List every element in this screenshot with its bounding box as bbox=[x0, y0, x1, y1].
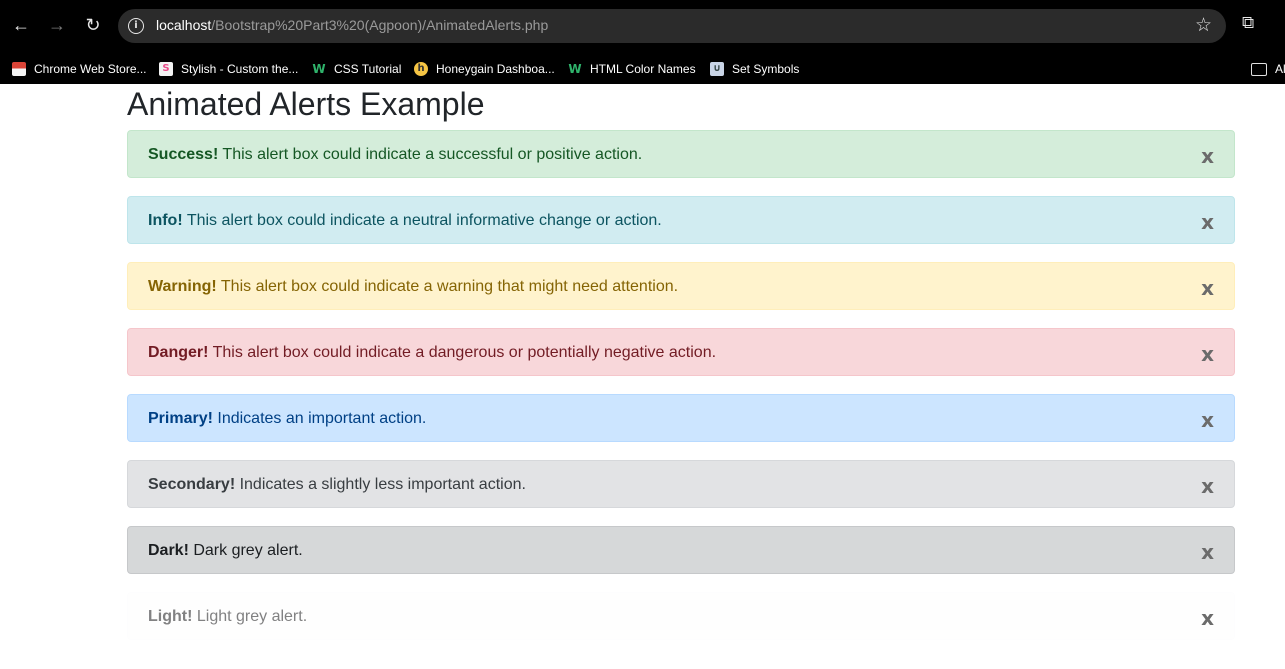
browser-toolbar: ← → ↻ i localhost/Bootstrap%20Part3%20(A… bbox=[0, 0, 1285, 52]
bookmark-stylish[interactable]: S Stylish - Custom the... bbox=[159, 60, 298, 78]
alert-light: Light! Light grey alert. x bbox=[127, 592, 1235, 640]
reload-icon: ↻ bbox=[85, 15, 101, 35]
alert-strong: Primary! bbox=[148, 410, 213, 427]
alert-strong: Info! bbox=[148, 212, 183, 229]
alert-message: Warning! This alert box could indicate a… bbox=[148, 278, 678, 296]
bookmark-html-color-names[interactable]: W HTML Color Names bbox=[568, 60, 696, 78]
alert-message: Light! Light grey alert. bbox=[148, 608, 307, 626]
close-button[interactable]: x bbox=[1201, 542, 1214, 562]
alert-text: This alert box could indicate a dangerou… bbox=[208, 344, 717, 361]
folder-icon bbox=[1251, 62, 1267, 76]
alert-text: Indicates a slightly less important acti… bbox=[235, 476, 526, 493]
alert-success: Success! This alert box could indicate a… bbox=[127, 130, 1235, 178]
close-button[interactable]: x bbox=[1201, 344, 1214, 364]
alert-strong: Warning! bbox=[148, 278, 217, 295]
arrow-right-icon: → bbox=[48, 15, 66, 35]
alert-dark: Dark! Dark grey alert. x bbox=[127, 526, 1235, 574]
honeygain-icon: h bbox=[414, 62, 428, 76]
alert-text: This alert box could indicate a neutral … bbox=[182, 212, 662, 229]
close-button[interactable]: x bbox=[1201, 278, 1214, 298]
alert-text: Indicates an important action. bbox=[212, 410, 427, 427]
close-button[interactable]: x bbox=[1201, 476, 1214, 496]
alert-message: Info! This alert box could indicate a ne… bbox=[148, 212, 662, 230]
puzzle-icon[interactable]: ⧉ bbox=[1242, 13, 1264, 35]
stylish-icon: S bbox=[159, 62, 173, 76]
alert-message: Dark! Dark grey alert. bbox=[148, 542, 303, 560]
url-host: localhost bbox=[156, 17, 212, 33]
alert-message: Danger! This alert box could indicate a … bbox=[148, 344, 716, 362]
bookmark-set-symbols[interactable]: ∪ Set Symbols bbox=[710, 60, 799, 78]
alert-message: Primary! Indicates an important action. bbox=[148, 410, 426, 428]
bookmark-chrome-web-store[interactable]: Chrome Web Store... bbox=[12, 60, 147, 78]
alert-text: Dark grey alert. bbox=[188, 542, 303, 559]
alert-warning: Warning! This alert box could indicate a… bbox=[127, 262, 1235, 310]
alert-text: This alert box could indicate a successf… bbox=[218, 146, 643, 163]
alert-strong: Success! bbox=[148, 146, 219, 163]
close-button[interactable]: x bbox=[1201, 212, 1214, 232]
alert-text: This alert box could indicate a warning … bbox=[216, 278, 679, 295]
reload-button[interactable]: ↻ bbox=[80, 12, 106, 38]
url-path: /Bootstrap%20Part3%20(Agpoon)/AnimatedAl… bbox=[211, 17, 549, 33]
bookmarks-bar: Chrome Web Store... S Stylish - Custom th… bbox=[0, 52, 1285, 84]
alert-strong: Dark! bbox=[148, 542, 189, 559]
bookmark-css-tutorial[interactable]: W CSS Tutorial bbox=[312, 60, 401, 78]
bookmark-label: Al bbox=[1275, 62, 1285, 76]
page-content: Animated Alerts Example Success! This al… bbox=[0, 84, 1285, 669]
arrow-left-icon: ← bbox=[12, 15, 30, 35]
bookmark-label: CSS Tutorial bbox=[334, 62, 402, 76]
address-bar[interactable]: i localhost/Bootstrap%20Part3%20(Agpoon)… bbox=[118, 9, 1226, 43]
bookmark-honeygain[interactable]: h Honeygain Dashboa... bbox=[414, 60, 555, 78]
alert-danger: Danger! This alert box could indicate a … bbox=[127, 328, 1235, 376]
alert-text: Light grey alert. bbox=[192, 608, 308, 625]
forward-button[interactable]: → bbox=[44, 12, 70, 38]
alert-strong: Light! bbox=[148, 608, 193, 625]
close-button[interactable]: x bbox=[1201, 410, 1214, 430]
bookmark-folder-all[interactable]: Al bbox=[1251, 60, 1285, 78]
star-icon[interactable]: ☆ bbox=[1195, 14, 1212, 36]
alert-primary: Primary! Indicates an important action. … bbox=[127, 394, 1235, 442]
alert-message: Success! This alert box could indicate a… bbox=[148, 146, 642, 164]
chrome-web-store-icon bbox=[12, 62, 26, 76]
alert-strong: Danger! bbox=[148, 344, 209, 361]
bookmark-label: Honeygain Dashboa... bbox=[436, 62, 555, 76]
alert-strong: Secondary! bbox=[148, 476, 236, 493]
close-button[interactable]: x bbox=[1201, 146, 1214, 166]
w3schools-icon: W bbox=[312, 62, 326, 76]
bookmark-label: Chrome Web Store... bbox=[34, 62, 147, 76]
info-icon[interactable]: i bbox=[128, 18, 144, 34]
w3schools-icon: W bbox=[568, 62, 582, 76]
bookmark-label: HTML Color Names bbox=[590, 62, 696, 76]
alert-info: Info! This alert box could indicate a ne… bbox=[127, 196, 1235, 244]
set-symbols-icon: ∪ bbox=[710, 62, 724, 76]
alert-message: Secondary! Indicates a slightly less imp… bbox=[148, 476, 526, 494]
close-button[interactable]: x bbox=[1201, 608, 1214, 628]
bookmark-label: Stylish - Custom the... bbox=[181, 62, 299, 76]
url-text[interactable]: localhost/Bootstrap%20Part3%20(Agpoon)/A… bbox=[156, 17, 548, 33]
bookmark-label: Set Symbols bbox=[732, 62, 800, 76]
page-title: Animated Alerts Example bbox=[127, 86, 485, 122]
alert-secondary: Secondary! Indicates a slightly less imp… bbox=[127, 460, 1235, 508]
back-button[interactable]: ← bbox=[8, 12, 34, 38]
